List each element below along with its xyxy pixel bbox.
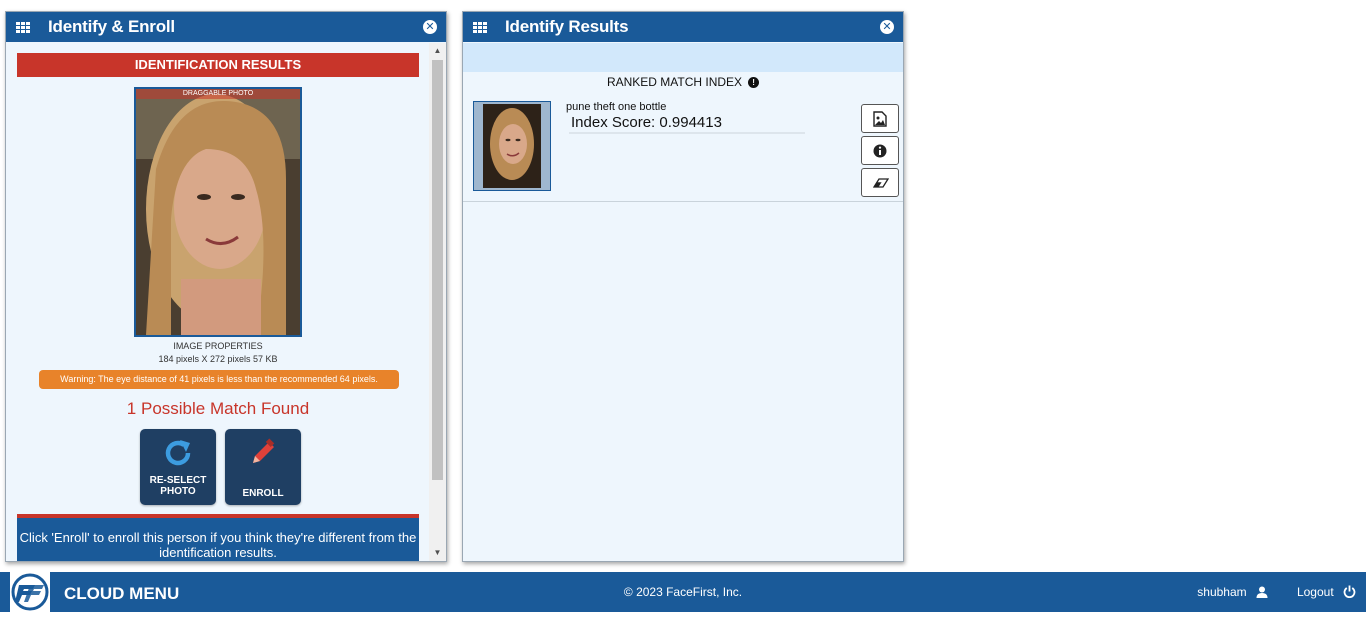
power-icon bbox=[1343, 585, 1356, 599]
enroll-note: Click 'Enroll' to enroll this person if … bbox=[17, 514, 419, 561]
draggable-photo[interactable]: DRAGGABLE PHOTO bbox=[134, 87, 302, 337]
enroll-button[interactable]: ENROLL bbox=[225, 429, 301, 505]
scroll-down-icon[interactable]: ▼ bbox=[429, 545, 446, 561]
pencil-icon bbox=[253, 438, 275, 463]
match-result-row[interactable]: pune theft one bottle Index Score: 0.994… bbox=[463, 92, 903, 202]
reselect-photo-button[interactable]: RE-SELECT PHOTO bbox=[140, 429, 216, 505]
match-found-text: 1 Possible Match Found bbox=[126, 399, 310, 418]
panel-title: Identify & Enroll bbox=[48, 17, 175, 36]
info-icon bbox=[873, 144, 887, 158]
erase-match-button[interactable] bbox=[861, 168, 899, 197]
user-icon bbox=[1256, 586, 1268, 598]
close-icon[interactable]: ✕ bbox=[423, 20, 437, 34]
scroll-thumb[interactable] bbox=[432, 60, 443, 480]
image-icon bbox=[873, 111, 887, 127]
index-score: Index Score: 0.994413 bbox=[571, 114, 722, 131]
logout-button[interactable]: Logout bbox=[1297, 585, 1356, 599]
subject-photo bbox=[136, 89, 300, 335]
ranked-match-label: RANKED MATCH INDEX bbox=[606, 75, 743, 89]
image-properties-value: 184 pixels X 272 pixels 57 KB bbox=[158, 354, 278, 364]
view-image-button[interactable] bbox=[861, 104, 899, 133]
panel-title: Identify Results bbox=[505, 17, 629, 36]
identify-results-panel: Identify Results ✕ RANKED MATCH INDEX! p… bbox=[462, 11, 904, 562]
info-icon[interactable]: ! bbox=[748, 77, 760, 88]
logout-label: Logout bbox=[1296, 585, 1334, 599]
identify-enroll-panel: Identify & Enroll ✕ IDENTIFICATION RESUL… bbox=[5, 11, 447, 562]
reselect-label-line1: RE-SELECT bbox=[149, 475, 207, 486]
panel-header: Identify & Enroll ✕ bbox=[6, 12, 446, 42]
footer-bar: CLOUD MENU © 2023 FaceFirst, Inc. shubha… bbox=[0, 572, 1366, 612]
enroll-label: ENROLL bbox=[242, 488, 284, 499]
match-name: pune theft one bottle bbox=[566, 101, 667, 113]
panel-header: Identify Results ✕ bbox=[463, 12, 903, 42]
image-properties-title: IMAGE PROPERTIES bbox=[173, 341, 263, 351]
grid-icon[interactable] bbox=[473, 21, 487, 33]
match-info-button[interactable] bbox=[861, 136, 899, 165]
username: shubham bbox=[1197, 585, 1247, 599]
scroll-up-icon[interactable]: ▲ bbox=[429, 43, 446, 59]
score-divider bbox=[569, 132, 805, 134]
reselect-label-line2: PHOTO bbox=[160, 486, 196, 497]
toolbar-band bbox=[463, 43, 903, 72]
refresh-icon bbox=[165, 440, 191, 466]
eye-distance-warning: Warning: The eye distance of 41 pixels i… bbox=[39, 370, 399, 389]
user-menu[interactable]: shubham bbox=[1197, 585, 1268, 599]
match-thumbnail[interactable] bbox=[473, 101, 551, 191]
identification-results-header: IDENTIFICATION RESULTS bbox=[17, 53, 419, 77]
draggable-photo-label: DRAGGABLE PHOTO bbox=[136, 89, 300, 99]
panel-content: IDENTIFICATION RESULTS DRAGGABLE PHOTO I… bbox=[6, 43, 430, 561]
ranked-match-title: RANKED MATCH INDEX! bbox=[463, 75, 903, 89]
close-icon[interactable]: ✕ bbox=[880, 20, 894, 34]
vertical-scrollbar[interactable]: ▲ ▼ bbox=[429, 43, 446, 561]
grid-icon[interactable] bbox=[16, 21, 30, 33]
match-photo bbox=[483, 104, 541, 188]
copyright-text: © 2023 FaceFirst, Inc. bbox=[623, 585, 743, 599]
eraser-icon bbox=[873, 178, 889, 188]
